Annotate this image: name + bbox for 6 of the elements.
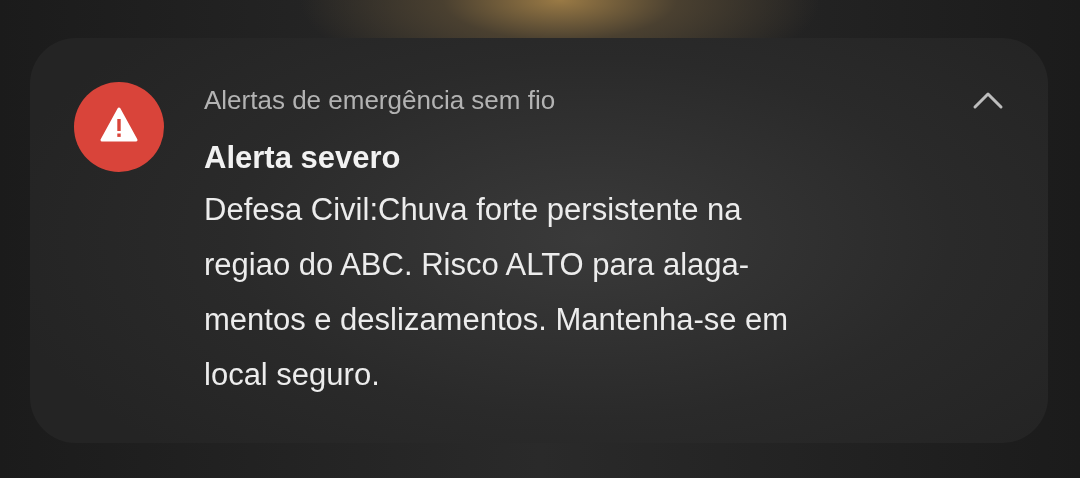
warning-icon bbox=[74, 82, 164, 172]
notification-card[interactable]: Alertas de emergência sem fio Alerta severo Defesa Civil:Chuva forte persistente na regiao do ABC. Risco ALTO para alaga- mentos e deslizamentos. Mantenha-se em local seguro. bbox=[30, 38, 1048, 443]
collapse-chevron-icon[interactable] bbox=[972, 90, 1004, 110]
alert-message: Defesa Civil:Chuva forte persistente na regiao do ABC. Risco ALTO para alaga- mentos e deslizamentos. Mantenha-se em local seguro. bbox=[204, 191, 790, 394]
alert-title: Alerta severo bbox=[204, 140, 402, 176]
app-name: Alertas de emergência sem fio bbox=[204, 84, 556, 116]
